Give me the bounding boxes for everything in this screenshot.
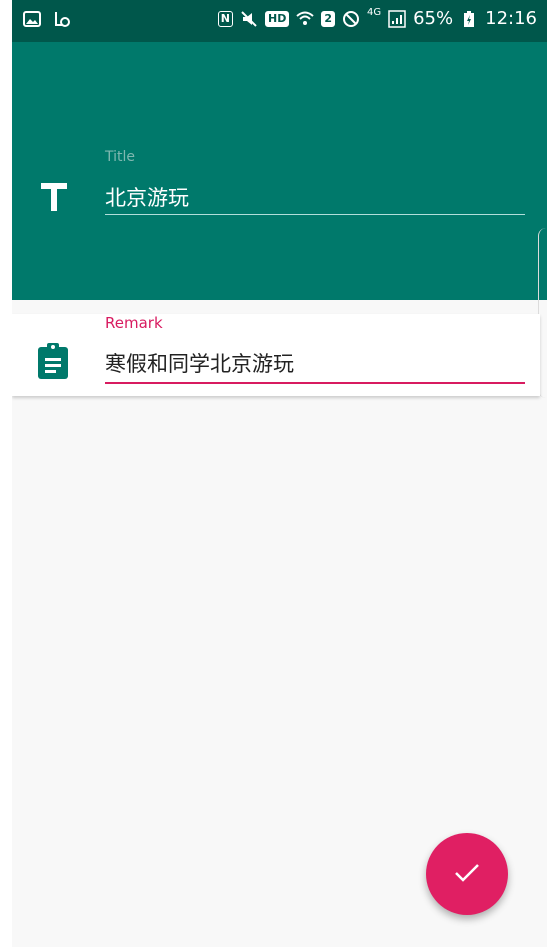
title-input[interactable] [105,180,525,215]
title-header: Title [12,42,547,300]
title-text-icon [40,182,68,212]
app-screen: N HD 2 4G 65% 12:16 Title 北京游玩 Remark 寒假… [12,0,547,947]
hd-badge: HD [264,10,290,27]
save-fab-button[interactable] [426,833,508,915]
battery-percent: 65% [413,8,454,29]
image-notification-icon [22,9,42,29]
remark-field-label: Remark [105,314,163,332]
clock: 12:16 [485,8,537,29]
remark-input[interactable] [105,344,525,384]
network-type-label: 4G [366,7,382,18]
check-icon [453,862,481,887]
wifi-icon [295,9,315,29]
title-field-label: Title [105,149,136,165]
remark-card: Remark [12,314,540,396]
do-not-disturb-icon [341,9,361,29]
nfc-icon: N [217,10,233,27]
clipboard-icon [37,342,69,380]
signal-icon [387,9,407,29]
screenshot-notification-icon [52,9,72,29]
status-bar: N HD 2 4G 65% 12:16 [12,0,547,42]
battery-charging-icon [459,9,479,29]
sim-badge: 2 [321,10,335,27]
mute-icon [239,9,259,29]
